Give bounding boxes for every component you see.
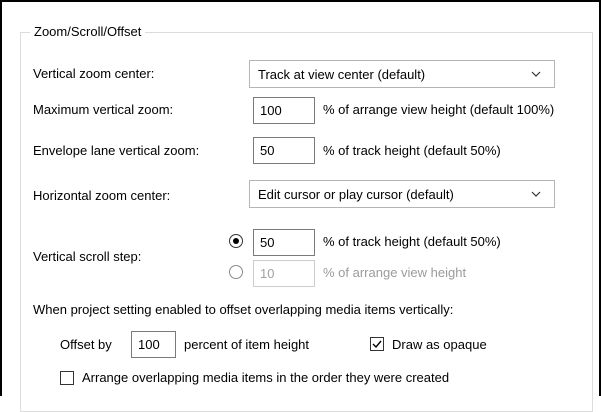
scroll-step-view-height-suffix: % of arrange view height: [323, 265, 467, 280]
arrange-order-checkbox[interactable]: [60, 371, 74, 385]
vertical-scroll-step-label: Vertical scroll step:: [33, 249, 142, 264]
max-vertical-zoom-input[interactable]: 100: [253, 97, 315, 124]
scroll-step-track-height-suffix: % of track height (default 50%): [323, 234, 501, 249]
vertical-zoom-center-dropdown[interactable]: Track at view center (default): [249, 60, 555, 88]
chevron-down-icon: [531, 71, 541, 77]
max-vertical-zoom-suffix: % of arrange view height (default 100%): [323, 102, 555, 117]
vertical-zoom-center-value: Track at view center (default): [258, 66, 426, 82]
scroll-step-view-height-radio[interactable]: [229, 265, 243, 279]
envelope-lane-zoom-input[interactable]: 50: [253, 137, 315, 164]
arrange-order-label: Arrange overlapping media items in the o…: [82, 370, 450, 385]
offset-description: When project setting enabled to offset o…: [33, 302, 454, 317]
horizontal-zoom-center-dropdown[interactable]: Edit cursor or play cursor (default): [249, 180, 555, 208]
horizontal-zoom-center-value: Edit cursor or play cursor (default): [258, 186, 454, 202]
envelope-lane-zoom-label: Envelope lane vertical zoom:: [33, 143, 200, 158]
offset-percent-suffix: percent of item height: [184, 337, 310, 352]
chevron-down-icon: [531, 191, 541, 197]
offset-percent-input[interactable]: 100: [131, 331, 176, 358]
envelope-lane-zoom-suffix: % of track height (default 50%): [323, 143, 501, 158]
scroll-step-track-height-input[interactable]: 50: [253, 229, 315, 256]
draw-as-opaque-checkbox[interactable]: [370, 337, 384, 351]
zoom-scroll-offset-group: [20, 32, 593, 412]
max-vertical-zoom-label: Maximum vertical zoom:: [33, 102, 174, 117]
checkmark-icon: [372, 340, 382, 349]
horizontal-zoom-center-label: Horizontal zoom center:: [33, 188, 171, 203]
scroll-step-view-height-input[interactable]: 10: [253, 260, 315, 287]
group-title: Zoom/Scroll/Offset: [30, 23, 146, 41]
scroll-step-track-height-radio[interactable]: [229, 234, 243, 248]
draw-as-opaque-label: Draw as opaque: [392, 337, 487, 352]
offset-by-label: Offset by: [60, 337, 112, 352]
vertical-zoom-center-label: Vertical zoom center:: [33, 66, 155, 81]
